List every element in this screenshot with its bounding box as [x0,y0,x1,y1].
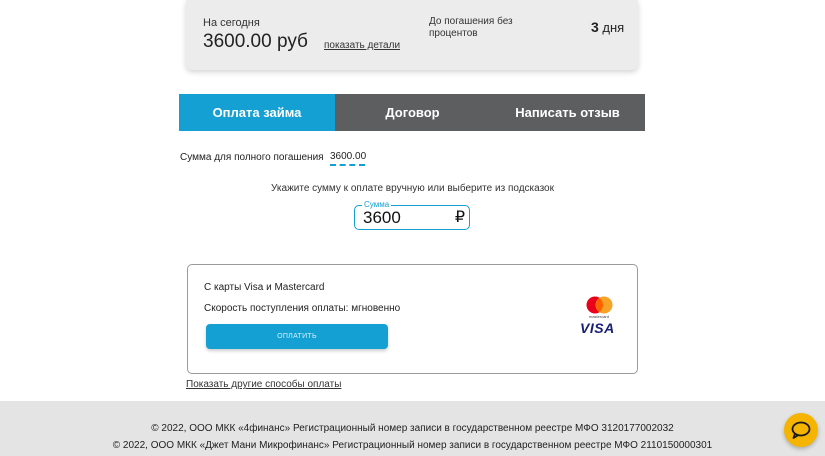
show-details-link[interactable]: показать детали [324,40,400,51]
chat-button[interactable] [784,413,818,447]
today-label: На сегодня [203,17,260,29]
chat-bubble-icon [791,421,811,439]
amount-input[interactable]: Сумма 3600 ₽ [354,200,470,230]
footer: © 2022, ООО МКК «4финанс» Регистрационны… [0,401,825,456]
card-payment-panel: С карты Visa и Mastercard Скорость посту… [187,264,638,374]
tab-write-review[interactable]: Написать отзыв [490,94,645,131]
pay-button[interactable]: ОПЛАТИТЬ [206,324,388,349]
full-repayment-underline [330,164,365,166]
visa-logo-icon: VISA [580,320,615,336]
mastercard-logo-icon [586,296,613,314]
payment-speed-text: Скорость поступления оплаты: мгновенно [204,303,401,314]
full-repayment-label: Сумма для полного погашения [180,152,324,163]
tab-contract[interactable]: Договор [335,94,490,131]
today-amount: 3600.00 руб [203,31,308,52]
tab-bar: Оплата займа Договор Написать отзыв [179,94,645,131]
footer-copyright-jetmoney: © 2022, ООО МКК «Джет Мани Микрофинанс» … [112,440,713,451]
amount-hint: Укажите сумму к оплате вручную или выбер… [271,183,554,194]
days-remaining: 3 дня [591,19,624,35]
other-payment-methods-link[interactable]: Показать другие способы оплаты [186,379,341,390]
days-unit: дня [602,20,625,35]
amount-input-value[interactable]: 3600 [363,207,401,228]
loan-summary-card: На сегодня 3600.00 руб показать детали Д… [186,0,638,70]
full-repayment-value[interactable]: 3600.00 [330,151,366,162]
card-payment-title: С карты Visa и Mastercard [204,282,325,293]
ruble-icon: ₽ [454,209,465,226]
interest-free-label: До погашения без процентов [429,16,513,39]
days-number: 3 [591,19,599,35]
tab-loan-payment[interactable]: Оплата займа [179,94,335,131]
mastercard-wordmark: mastercard [588,314,609,319]
footer-copyright-4finance: © 2022, ООО МКК «4финанс» Регистрационны… [151,423,674,434]
